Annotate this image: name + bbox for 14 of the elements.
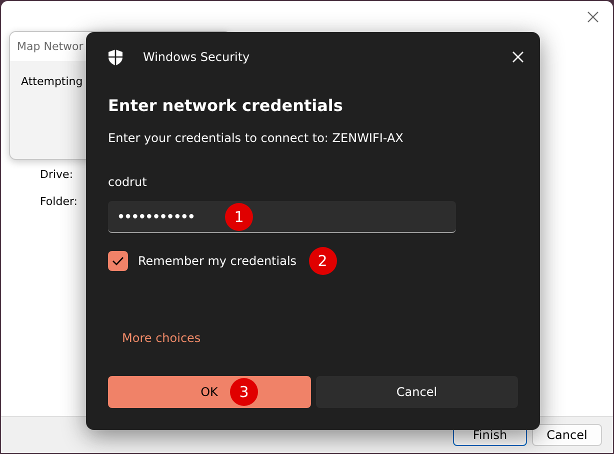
shield-icon	[108, 48, 123, 66]
username-text: codrut	[108, 175, 148, 189]
dialog-heading: Enter network credentials	[108, 96, 344, 115]
field-label: Folder:	[40, 195, 78, 208]
dialog-subtitle: Enter your credentials to connect to: ZENWIFI-AX	[108, 131, 404, 145]
step-badge: 2	[308, 247, 337, 275]
cancel-button[interactable]: Cancel	[316, 376, 518, 408]
checkbox[interactable]	[108, 251, 128, 271]
status-message: Attempting	[21, 75, 83, 88]
checkmark-icon	[112, 256, 124, 266]
checkbox-label[interactable]: Remember my credentials	[138, 254, 297, 268]
cancel-button[interactable]: Cancel	[532, 424, 602, 446]
more-choices-link[interactable]: More choices	[122, 331, 201, 345]
field-label: Drive:	[40, 168, 74, 181]
